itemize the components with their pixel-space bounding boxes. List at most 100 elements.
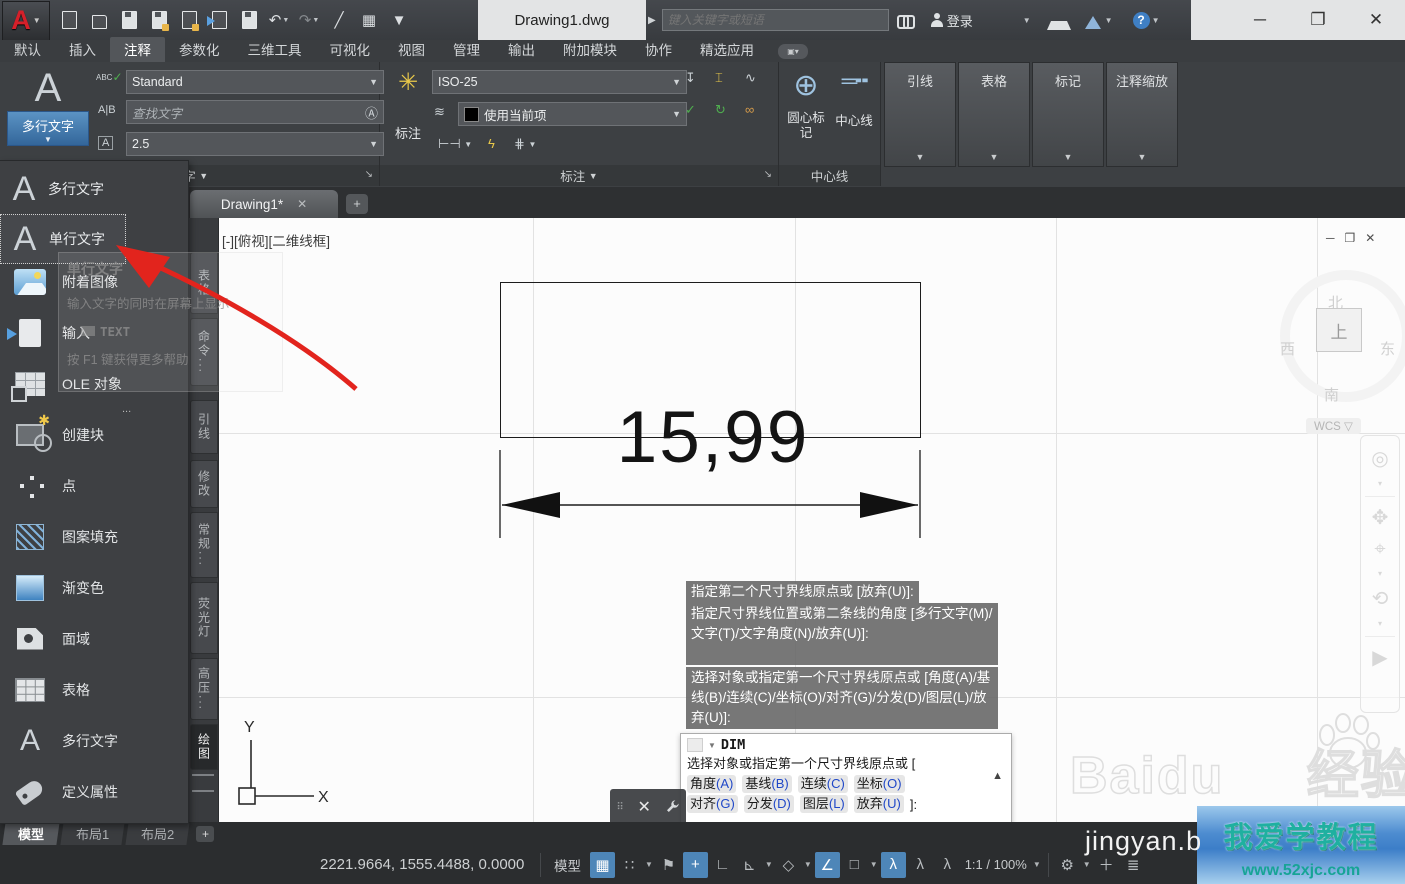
ribbon-tab-协作[interactable]: 协作 bbox=[631, 37, 686, 62]
dynamic-input-icon[interactable]: + bbox=[683, 852, 708, 878]
save-as-icon[interactable] bbox=[147, 8, 171, 32]
ribbon-tab-参数化[interactable]: 参数化 bbox=[165, 37, 234, 62]
drawing-canvas[interactable]: [-][俯视][二维线框] 15,99 北 西 东 南 上 WCS ▽ ─❐✕ … bbox=[218, 218, 1405, 822]
chevron-down-icon[interactable]: ▼ bbox=[959, 152, 1029, 162]
chevron-down-icon[interactable]: ▼ bbox=[1083, 860, 1091, 869]
palette-tab-荧光灯[interactable]: 荧光灯 bbox=[190, 582, 218, 654]
new-file-icon[interactable] bbox=[57, 8, 81, 32]
menu-item-多行文字[interactable]: A多行文字 bbox=[0, 715, 187, 766]
command-option-U[interactable]: 放弃(U) bbox=[854, 795, 904, 813]
center-mark-button[interactable]: ⊕ 圆心标记 bbox=[783, 68, 829, 141]
ribbon-tab-三维工具[interactable]: 三维工具 bbox=[234, 37, 316, 62]
adjust-space-icon[interactable]: ⌶ bbox=[715, 70, 723, 86]
close-tab-icon[interactable]: ✕ bbox=[297, 197, 307, 211]
mtext-split-button[interactable]: A 多行文字▼ bbox=[8, 67, 88, 146]
a360-icon[interactable] bbox=[1085, 8, 1101, 29]
viewcube-west[interactable]: 西 bbox=[1280, 338, 1295, 359]
ribbon-tab-精选应用[interactable]: 精选应用 bbox=[686, 37, 768, 62]
command-option-B[interactable]: 基线(B) bbox=[742, 775, 791, 793]
open-icon[interactable] bbox=[87, 8, 111, 32]
viewcube-top-face[interactable]: 上 bbox=[1316, 308, 1362, 352]
palette-tab-引线[interactable]: 引线 bbox=[190, 400, 218, 454]
layout-tab-布局2[interactable]: 布局2 bbox=[126, 822, 190, 845]
menu-item-表格[interactable]: 表格 bbox=[0, 664, 187, 715]
palette-tab-高压...[interactable]: 高压... bbox=[190, 658, 218, 720]
model-space-button[interactable]: 模型 bbox=[546, 855, 589, 875]
collapsed-panel-标记[interactable]: 标记▼ bbox=[1032, 62, 1104, 167]
collapsed-panel-引线[interactable]: 引线▼ bbox=[884, 62, 956, 167]
chevron-down-icon[interactable]: ▼ bbox=[765, 860, 773, 869]
snap-mode-icon[interactable]: ∷ bbox=[617, 852, 642, 878]
collapsed-panel-表格[interactable]: 表格▼ bbox=[958, 62, 1030, 167]
wcs-menu[interactable]: WCS ▽ bbox=[1306, 418, 1361, 434]
tolerance-icon[interactable]: ∿ bbox=[745, 70, 756, 86]
spell-check-icon[interactable]: ABC✓ bbox=[96, 70, 123, 84]
import-icon[interactable] bbox=[207, 8, 231, 32]
annotation-scale-value[interactable]: 1:1 / 100% bbox=[965, 857, 1027, 872]
save-icon[interactable] bbox=[117, 8, 141, 32]
menu-item-mtext[interactable]: A 多行文字 bbox=[0, 164, 126, 214]
centerline-button[interactable]: ═╍ 中心线 bbox=[831, 68, 877, 129]
command-option-C[interactable]: 连续(C) bbox=[798, 775, 848, 793]
sign-in-button[interactable]: 登录 bbox=[947, 11, 973, 30]
ribbon-tab-可视化[interactable]: 可视化 bbox=[316, 37, 385, 62]
polar-tracking-icon[interactable]: ⊾ bbox=[737, 852, 762, 878]
drawing-tab[interactable]: Drawing1*✕ bbox=[190, 190, 338, 218]
palette-tab-修改[interactable]: 修改 bbox=[190, 460, 218, 508]
chevron-down-icon[interactable]: ▼ bbox=[1105, 16, 1113, 25]
viewcube-south[interactable]: 南 bbox=[1324, 384, 1339, 405]
command-option-L[interactable]: 图层(L) bbox=[800, 795, 848, 813]
menu-item-创建块[interactable]: 创建块 bbox=[0, 409, 187, 460]
palette-tab-常规...[interactable]: 常规... bbox=[190, 512, 218, 578]
close-icon[interactable]: ✕ bbox=[637, 797, 650, 817]
grid-icon[interactable]: ▦ bbox=[590, 852, 615, 878]
chevron-down-icon[interactable]: ▼ bbox=[870, 860, 878, 869]
chevron-down-icon[interactable]: ▼ bbox=[708, 741, 716, 750]
palette-tab-绘图[interactable]: 绘图 bbox=[190, 724, 218, 770]
command-option-D[interactable]: 分发(D) bbox=[744, 795, 794, 813]
dialog-launcher-icon[interactable]: ↘ bbox=[764, 169, 772, 180]
command-dock[interactable]: ⠿ ✕ bbox=[610, 789, 686, 825]
open-from-web-icon[interactable] bbox=[177, 8, 201, 32]
panel-label-dimension[interactable]: 标注 ▼ bbox=[380, 165, 778, 186]
zoom-icon[interactable]: ⌖ bbox=[1374, 538, 1385, 561]
undo-icon[interactable]: ↶▼ bbox=[267, 8, 291, 32]
dim-break-icon[interactable]: ↧ bbox=[685, 70, 696, 86]
chevron-down-icon[interactable]: ▼ bbox=[804, 860, 812, 869]
app-store-cart-icon[interactable] bbox=[1047, 10, 1071, 30]
layout-tab-布局1[interactable]: 布局1 bbox=[60, 822, 124, 845]
command-option-G[interactable]: 对齐(G) bbox=[687, 795, 738, 813]
chevron-down-icon[interactable]: ▼ bbox=[1107, 152, 1177, 162]
viewport-label[interactable]: [-][俯视][二维线框] bbox=[222, 230, 330, 250]
chevron-down-icon[interactable]: ▼ bbox=[312, 17, 319, 24]
palette-grip[interactable] bbox=[192, 774, 214, 792]
viewcube-east[interactable]: 东 bbox=[1380, 338, 1395, 359]
minimize-icon[interactable]: ─ bbox=[1231, 10, 1289, 30]
chevron-down-icon[interactable]: ▼ bbox=[885, 152, 955, 162]
plot-icon[interactable] bbox=[237, 8, 261, 32]
sheet-set-icon[interactable]: ▦ bbox=[357, 8, 381, 32]
redo-icon[interactable]: ↷▼ bbox=[297, 8, 321, 32]
ribbon-tab-插入[interactable]: 插入 bbox=[55, 37, 110, 62]
command-history-toggle-icon[interactable]: ▲ bbox=[992, 770, 1003, 782]
drag-grip-icon[interactable]: ⠿ bbox=[616, 802, 624, 813]
connect-cloud-icon[interactable]: ▣▾ bbox=[778, 44, 808, 59]
orbit-icon[interactable]: ⟲ bbox=[1372, 586, 1389, 611]
linear-dim-icon[interactable]: ⊢⊣ ▼ bbox=[438, 136, 472, 152]
find-icon[interactable]: Ⓐ bbox=[365, 103, 378, 122]
ribbon-tab-默认[interactable]: 默认 bbox=[0, 37, 55, 62]
text-style-icon[interactable]: A bbox=[98, 136, 113, 150]
chevron-down-icon[interactable]: ▼ bbox=[1033, 152, 1103, 162]
text-align-icon[interactable]: A|B bbox=[98, 104, 116, 116]
chevron-down-icon[interactable]: ▼ bbox=[1152, 16, 1160, 25]
dim-layer-select[interactable]: 使用当前项▼ bbox=[458, 102, 687, 126]
ribbon-tab-视图[interactable]: 视图 bbox=[384, 37, 439, 62]
object-snap-tracking-icon[interactable]: ∠ bbox=[815, 852, 840, 878]
search-expand-icon[interactable]: ▶ bbox=[648, 15, 656, 26]
customization-gear-icon[interactable]: ⚙ bbox=[1055, 852, 1080, 878]
annotation-scale-icon[interactable]: λ bbox=[935, 852, 960, 878]
viewcube[interactable]: 北 西 东 南 上 WCS ▽ bbox=[1258, 248, 1405, 438]
menu-item-点[interactable]: 点 bbox=[0, 460, 187, 511]
navigation-bar[interactable]: ◎▾ ✥ ⌖▾ ⟲▾ ▶ bbox=[1360, 435, 1400, 713]
ribbon-tab-附加模块[interactable]: 附加模块 bbox=[549, 37, 631, 62]
